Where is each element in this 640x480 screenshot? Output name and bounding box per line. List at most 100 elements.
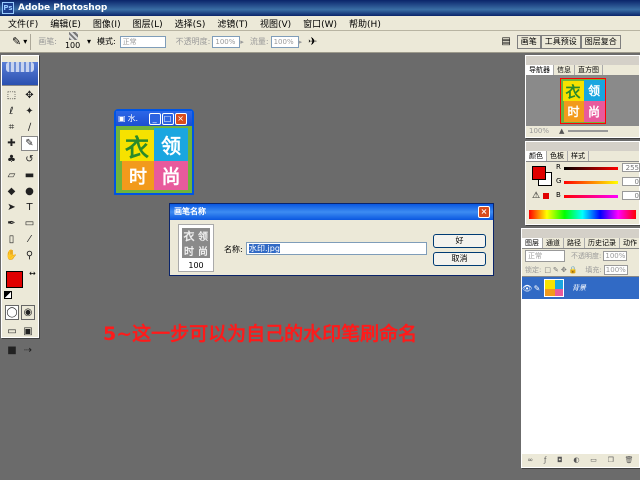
default-colors-icon[interactable]: [4, 291, 12, 299]
layers-panel-header[interactable]: [522, 229, 639, 238]
brush-dropdown-arrow-icon[interactable]: ▾: [87, 37, 91, 46]
palette-well-layer-comps[interactable]: 图层复合: [580, 34, 621, 49]
marquee-tool-icon[interactable]: ⬚: [3, 88, 20, 103]
tab-histogram[interactable]: 直方图: [575, 65, 603, 75]
tab-paths[interactable]: 路径: [564, 238, 585, 248]
layer-mask-icon[interactable]: ◘: [557, 456, 563, 464]
zoom-slider[interactable]: [568, 130, 609, 132]
menu-help[interactable]: 帮助(H): [343, 17, 387, 30]
dialog-close-icon[interactable]: ×: [478, 206, 490, 218]
tab-actions[interactable]: 动作: [620, 238, 640, 248]
toolbox-header[interactable]: [2, 62, 38, 86]
cancel-button[interactable]: 取消: [433, 252, 486, 266]
healing-brush-tool-icon[interactable]: ✚: [3, 136, 20, 151]
tab-info[interactable]: 信息: [554, 65, 575, 75]
menu-filter[interactable]: 滤镜(T): [211, 17, 254, 30]
tab-color[interactable]: 颜色: [526, 151, 547, 161]
layer-style-icon[interactable]: ƒ: [544, 456, 546, 464]
fill-input[interactable]: 100%: [603, 264, 628, 275]
gamut-color-icon[interactable]: [543, 193, 549, 199]
notes-tool-icon[interactable]: ▯: [3, 232, 20, 247]
standard-mode-icon[interactable]: ◯: [5, 305, 19, 320]
menu-image[interactable]: 图像(I): [87, 17, 127, 30]
menu-edit[interactable]: 编辑(E): [44, 17, 87, 30]
link-layers-icon[interactable]: ∞: [527, 456, 533, 464]
tool-preset-arrow-icon[interactable]: ▾: [23, 37, 27, 46]
new-group-icon[interactable]: ▭: [590, 456, 597, 464]
document-title-bar[interactable]: ▣ 水. _ □ ×: [116, 111, 192, 126]
menu-layer[interactable]: 图层(L): [127, 17, 169, 30]
tab-navigator[interactable]: 导航器: [526, 65, 554, 75]
opacity-input[interactable]: 100%: [212, 35, 241, 48]
opacity-arrow-icon[interactable]: ▸: [240, 38, 244, 46]
brush-tool-icon[interactable]: ✎: [12, 35, 21, 48]
foreground-color-swatch[interactable]: [6, 271, 23, 288]
menu-file[interactable]: 文件(F): [2, 17, 44, 30]
history-brush-tool-icon[interactable]: ↺: [21, 152, 38, 167]
new-layer-icon[interactable]: ❐: [608, 456, 614, 464]
jump-to-imageready-icon[interactable]: ⇢: [21, 343, 35, 358]
eyedropper-tool-icon[interactable]: ⁄: [21, 232, 38, 247]
minimize-icon[interactable]: _: [148, 112, 161, 125]
maximize-icon[interactable]: □: [161, 112, 174, 125]
palette-well-brushes[interactable]: 画笔: [516, 34, 541, 49]
navigator-panel-header[interactable]: [526, 56, 639, 65]
eraser-tool-icon[interactable]: ▱: [3, 168, 20, 183]
brush-picker[interactable]: 100: [65, 31, 83, 52]
navigator-preview-area[interactable]: 衣 领 时 尚: [526, 76, 639, 126]
layer-brush-icon[interactable]: ✎: [532, 284, 542, 293]
navigator-zoom-value[interactable]: 100%: [529, 127, 549, 135]
dodge-tool-icon[interactable]: ●: [21, 184, 38, 199]
move-tool-icon[interactable]: ✥: [21, 88, 38, 103]
tab-swatches[interactable]: 色板: [547, 151, 568, 161]
gradient-tool-icon[interactable]: ▬: [21, 168, 38, 183]
layer-visibility-icon[interactable]: 👁: [522, 284, 532, 293]
new-adjustment-icon[interactable]: ◐: [573, 456, 579, 464]
mode-select[interactable]: 正常: [119, 35, 166, 48]
channel-b-value[interactable]: 0: [622, 191, 640, 200]
menu-window[interactable]: 窗口(W): [297, 17, 343, 30]
zoom-tool-icon[interactable]: ⚲: [21, 248, 38, 263]
channel-g-slider[interactable]: [564, 181, 618, 184]
tab-styles[interactable]: 样式: [568, 151, 589, 161]
slice-tool-icon[interactable]: ∕: [21, 120, 38, 135]
swap-colors-icon[interactable]: ↔: [29, 269, 36, 278]
brush-tool-icon-active[interactable]: ✎: [21, 136, 38, 151]
zoom-out-icon[interactable]: ▲: [559, 127, 564, 135]
channel-r-slider[interactable]: [564, 167, 618, 170]
hand-tool-icon[interactable]: ✋: [3, 248, 20, 263]
layer-opacity-input[interactable]: 100%: [603, 251, 628, 261]
color-spectrum-bar[interactable]: [529, 210, 636, 219]
tab-history[interactable]: 历史记录: [585, 238, 620, 248]
flow-arrow-icon[interactable]: ▸: [299, 38, 303, 46]
pen-tool-icon[interactable]: ✒: [3, 216, 20, 231]
channel-b-slider[interactable]: [564, 195, 618, 198]
watermark-image[interactable]: 衣 领 时 尚: [116, 126, 192, 193]
lasso-tool-icon[interactable]: ℓ: [3, 104, 20, 119]
ok-button[interactable]: 好: [433, 234, 486, 248]
menu-select[interactable]: 选择(S): [169, 17, 212, 30]
clone-stamp-tool-icon[interactable]: ♣: [3, 152, 20, 167]
color-foreground-swatch[interactable]: [532, 166, 546, 180]
full-screen-mode-icon[interactable]: ▣: [21, 324, 35, 339]
tab-channels[interactable]: 通道: [543, 238, 564, 248]
menu-view[interactable]: 视图(V): [254, 17, 297, 30]
crop-tool-icon[interactable]: ⌗: [3, 120, 20, 135]
standard-screen-mode-icon[interactable]: ▭: [5, 324, 19, 339]
channel-g-value[interactable]: 0: [622, 177, 640, 186]
path-selection-tool-icon[interactable]: ➤: [3, 200, 20, 215]
layer-row[interactable]: 👁 ✎ 背景: [522, 277, 639, 299]
blend-mode-select[interactable]: 正常: [525, 250, 565, 262]
airbrush-icon[interactable]: ✈: [308, 35, 317, 48]
color-panel-header[interactable]: [526, 142, 639, 151]
magic-wand-tool-icon[interactable]: ✦: [21, 104, 38, 119]
screen-mode-black-icon[interactable]: ■: [5, 343, 19, 358]
shape-tool-icon[interactable]: ▭: [21, 216, 38, 231]
lock-icons[interactable]: □✎✥🔒: [544, 266, 579, 274]
close-icon[interactable]: ×: [174, 112, 187, 125]
channel-r-value[interactable]: 255: [622, 163, 640, 172]
quick-mask-mode-icon[interactable]: ◉: [21, 305, 35, 320]
brush-name-input[interactable]: 水印.jpg: [246, 242, 427, 255]
blur-tool-icon[interactable]: ◆: [3, 184, 20, 199]
file-browser-icon[interactable]: ▤: [501, 36, 510, 47]
